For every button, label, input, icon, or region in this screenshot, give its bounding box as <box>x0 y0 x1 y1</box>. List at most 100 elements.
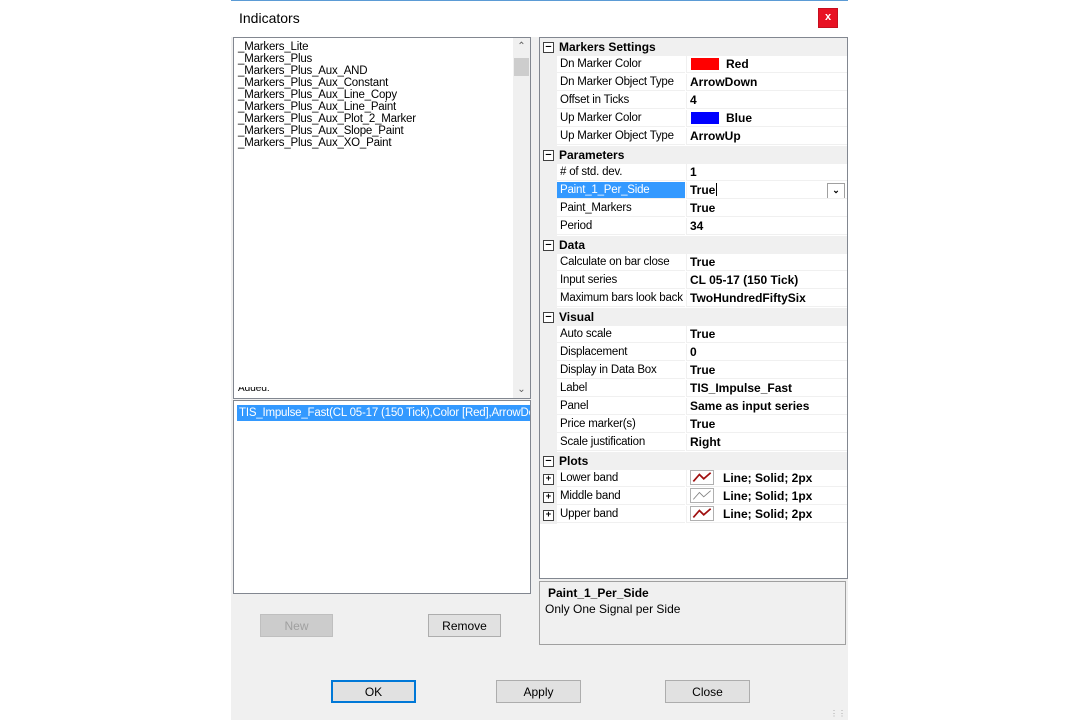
property-value[interactable]: True <box>686 200 847 217</box>
available-indicators-list[interactable]: _Markers_Lite _Markers_Plus _Markers_Plu… <box>233 37 531 399</box>
minus-box-icon[interactable]: – <box>543 312 554 323</box>
property-value[interactable]: Same as input series <box>686 398 847 415</box>
property-row[interactable]: Dn Marker Object Type ArrowDown <box>540 74 847 92</box>
new-button[interactable]: New <box>260 614 333 637</box>
property-row[interactable]: Input series CL 05-17 (150 Tick) <box>540 272 847 290</box>
property-row[interactable]: Label TIS_Impulse_Fast <box>540 380 847 398</box>
property-value[interactable]: CL 05-17 (150 Tick) <box>686 272 847 289</box>
list-item[interactable]: _Markers_Plus_Aux_AND <box>235 65 416 77</box>
property-value[interactable]: TwoHundredFiftySix <box>686 290 847 307</box>
property-name: Price marker(s) <box>557 416 685 433</box>
list-item[interactable]: _Markers_Plus_Aux_Line_Paint <box>235 101 416 113</box>
property-row[interactable]: Price marker(s) True <box>540 416 847 434</box>
property-row-selected[interactable]: Paint_1_Per_Side True ⌄ <box>540 182 847 200</box>
property-value[interactable]: True <box>686 362 847 379</box>
ok-button[interactable]: OK <box>331 680 416 703</box>
property-row[interactable]: Paint_Markers True <box>540 200 847 218</box>
property-row[interactable]: Displacement 0 <box>540 344 847 362</box>
chevron-down-icon[interactable]: ⌄ <box>827 183 845 198</box>
category-parameters[interactable]: – Parameters <box>540 146 847 164</box>
property-value[interactable]: TIS_Impulse_Fast <box>686 380 847 397</box>
category-visual[interactable]: – Visual <box>540 308 847 326</box>
property-value[interactable]: True <box>686 326 847 343</box>
minus-box-icon[interactable]: – <box>543 42 554 53</box>
category-data[interactable]: – Data <box>540 236 847 254</box>
window-title: Indicators <box>239 10 300 26</box>
property-row[interactable]: # of std. dev. 1 <box>540 164 847 182</box>
property-name: Dn Marker Color <box>557 56 685 73</box>
plus-box-icon[interactable]: + <box>543 492 554 503</box>
close-button[interactable]: Close <box>665 680 750 703</box>
scroll-down-icon[interactable]: ⌄ <box>513 381 530 398</box>
property-value-editor[interactable]: True ⌄ <box>686 182 847 199</box>
property-value[interactable]: Line; Solid; 1px <box>686 488 847 505</box>
applied-indicator-item[interactable]: TIS_Impulse_Fast(CL 05-17 (150 Tick),Col… <box>237 405 530 421</box>
property-name: Panel <box>557 398 685 415</box>
property-value[interactable]: ArrowDown <box>686 74 847 91</box>
property-name: Period <box>557 218 685 235</box>
property-name: Display in Data Box <box>557 362 685 379</box>
property-name: Offset in Ticks <box>557 92 685 109</box>
property-value[interactable]: 34 <box>686 218 847 235</box>
scroll-up-icon[interactable]: ⌃ <box>513 38 530 55</box>
property-row[interactable]: Offset in Ticks 4 <box>540 92 847 110</box>
description-text: Only One Signal per Side <box>545 602 681 616</box>
minus-box-icon[interactable]: – <box>543 240 554 251</box>
line-plot-icon <box>690 506 714 522</box>
property-value[interactable]: 1 <box>686 164 847 181</box>
property-name: Paint_Markers <box>557 200 685 217</box>
property-name: Scale justification <box>557 434 685 451</box>
property-name: Up Marker Color <box>557 110 685 127</box>
title-bar: Indicators x <box>231 0 848 37</box>
plus-box-icon[interactable]: + <box>543 510 554 521</box>
minus-box-icon[interactable]: – <box>543 456 554 467</box>
property-value[interactable]: ArrowUp <box>686 128 847 145</box>
property-value[interactable]: 0 <box>686 344 847 361</box>
category-markers-settings[interactable]: – Markers Settings <box>540 38 847 56</box>
list-item[interactable]: _Markers_Plus <box>235 53 416 65</box>
property-row[interactable]: Period 34 <box>540 218 847 236</box>
property-row[interactable]: Scale justification Right <box>540 434 847 452</box>
property-value[interactable]: Right <box>686 434 847 451</box>
list-item[interactable]: _Markers_Plus_Aux_Line_Copy <box>235 89 416 101</box>
property-value[interactable]: Blue <box>686 110 847 127</box>
property-row[interactable]: Calculate on bar close True <box>540 254 847 272</box>
list-item[interactable]: _Markers_Plus_Aux_Plot_2_Marker <box>235 113 416 125</box>
list-item[interactable]: _Markers_Plus_Aux_Slope_Paint <box>235 125 416 137</box>
property-row[interactable]: Panel Same as input series <box>540 398 847 416</box>
property-value[interactable]: Line; Solid; 2px <box>686 470 847 487</box>
property-row[interactable]: Up Marker Object Type ArrowUp <box>540 128 847 146</box>
property-row[interactable]: Display in Data Box True <box>540 362 847 380</box>
color-swatch <box>691 57 719 70</box>
property-value[interactable]: True <box>686 254 847 271</box>
category-plots[interactable]: – Plots <box>540 452 847 470</box>
plus-box-icon[interactable]: + <box>543 474 554 485</box>
property-value[interactable]: Line; Solid; 2px <box>686 506 847 523</box>
scroll-thumb[interactable] <box>514 58 529 76</box>
property-row[interactable]: Auto scale True <box>540 326 847 344</box>
property-row[interactable]: Up Marker Color Blue <box>540 110 847 128</box>
minus-box-icon[interactable]: – <box>543 150 554 161</box>
property-value[interactable]: 4 <box>686 92 847 109</box>
list-item[interactable]: _Markers_Lite <box>235 41 416 53</box>
property-row[interactable]: + Upper band Line; Solid; 2px <box>540 506 847 524</box>
property-name: Calculate on bar close <box>557 254 685 271</box>
property-grid[interactable]: – Markers Settings Dn Marker Color Red D… <box>539 37 848 579</box>
list-item[interactable]: _Markers_Plus_Aux_XO_Paint <box>235 137 416 149</box>
list-item[interactable]: _Markers_Plus_Aux_Constant <box>235 77 416 89</box>
property-row[interactable]: + Lower band Line; Solid; 2px <box>540 470 847 488</box>
description-title: Paint_1_Per_Side <box>548 586 649 600</box>
property-value[interactable]: Red <box>686 56 847 73</box>
property-row[interactable]: + Middle band Line; Solid; 1px <box>540 488 847 506</box>
resize-grip-icon[interactable]: ⋮⋮ <box>830 709 846 718</box>
property-value[interactable]: True <box>686 416 847 433</box>
close-icon[interactable]: x <box>818 8 838 28</box>
property-row[interactable]: Dn Marker Color Red <box>540 56 847 74</box>
property-row[interactable]: Maximum bars look back TwoHundredFiftySi… <box>540 290 847 308</box>
line-plot-icon <box>690 488 714 504</box>
property-name: Auto scale <box>557 326 685 343</box>
remove-button[interactable]: Remove <box>428 614 501 637</box>
scrollbar[interactable]: ⌃ ⌄ <box>513 38 530 398</box>
apply-button[interactable]: Apply <box>496 680 581 703</box>
applied-indicators-list[interactable]: TIS_Impulse_Fast(CL 05-17 (150 Tick),Col… <box>233 400 531 594</box>
